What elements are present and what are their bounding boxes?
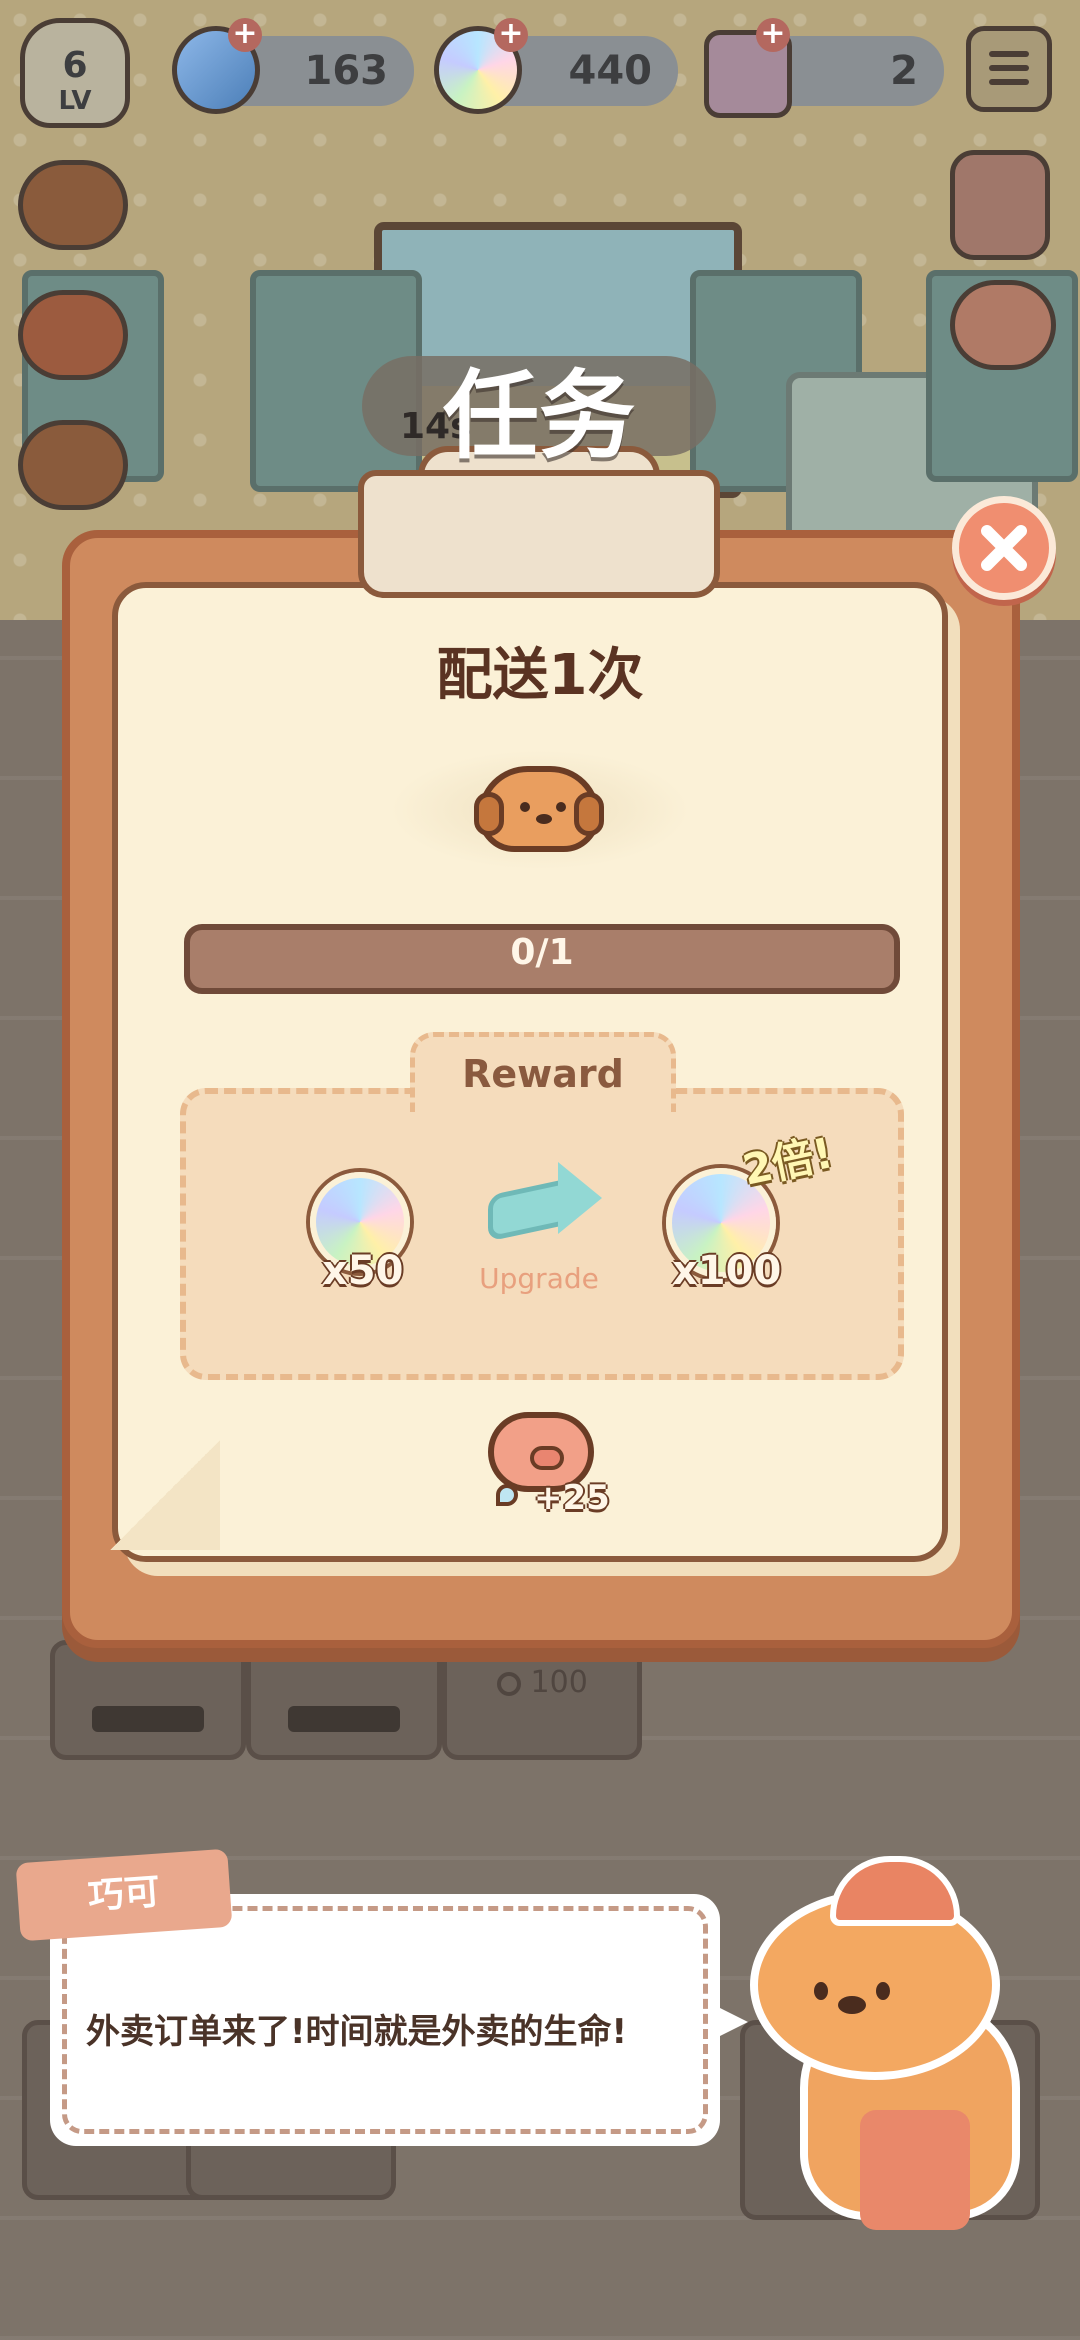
kitchen-slot[interactable] bbox=[50, 1640, 246, 1760]
pig-snout bbox=[530, 1446, 564, 1470]
menu-button[interactable] bbox=[966, 26, 1052, 112]
character-nose bbox=[838, 1996, 866, 2014]
kitchen-slot-locked[interactable]: 100 bbox=[442, 1640, 642, 1760]
kitchen-slot[interactable] bbox=[246, 1640, 442, 1760]
reward-base-count: x50 bbox=[322, 1248, 404, 1294]
close-button[interactable] bbox=[952, 496, 1056, 600]
currency-ticket-value: 2 bbox=[890, 48, 918, 94]
dialog-tail bbox=[712, 2004, 748, 2040]
currency-gem-value: 440 bbox=[568, 48, 653, 94]
close-icon bbox=[981, 525, 1027, 571]
staff-avatar-dog-2[interactable] bbox=[18, 420, 128, 510]
clipboard-clip bbox=[358, 470, 720, 598]
task-title: 配送1次 bbox=[436, 643, 644, 708]
add-ticket-button[interactable]: + bbox=[756, 18, 790, 52]
water-drop-icon bbox=[496, 1484, 518, 1506]
add-gem-button[interactable]: + bbox=[494, 18, 528, 52]
kitchen-price-label: 100 bbox=[497, 1665, 588, 1700]
coin-icon bbox=[497, 1671, 521, 1696]
add-blue-button[interactable]: + bbox=[228, 18, 262, 52]
piggy-bank-icon[interactable] bbox=[950, 280, 1056, 370]
upgrade-arrow-head bbox=[558, 1162, 602, 1234]
upgrade-label: Upgrade bbox=[479, 1262, 599, 1295]
character-apron bbox=[860, 2110, 970, 2230]
speaker-name-tag: 巧可 bbox=[15, 1848, 233, 1942]
currency-blue-value: 163 bbox=[304, 48, 389, 94]
level-number: 6 bbox=[62, 45, 88, 86]
staff-avatar-dog[interactable] bbox=[18, 160, 128, 250]
reward-label: Reward bbox=[462, 1052, 624, 1096]
staff-avatar-fox[interactable] bbox=[18, 290, 128, 380]
level-suffix: LV bbox=[58, 86, 92, 116]
drink-can-icon[interactable] bbox=[950, 150, 1050, 260]
progress-text: 0/1 bbox=[510, 932, 574, 973]
dialog-message: 外卖订单来了!时间就是外卖的生命! bbox=[86, 2012, 628, 2052]
bonus-amount: +25 bbox=[534, 1478, 610, 1518]
modal-header-title: 任务 bbox=[443, 360, 635, 472]
menu-icon bbox=[989, 51, 1029, 57]
level-badge[interactable]: 6 LV bbox=[20, 18, 130, 128]
dog-customer-icon bbox=[474, 766, 604, 852]
reward-upgraded-count: x100 bbox=[672, 1248, 782, 1294]
paper-fold-corner bbox=[110, 1440, 220, 1550]
